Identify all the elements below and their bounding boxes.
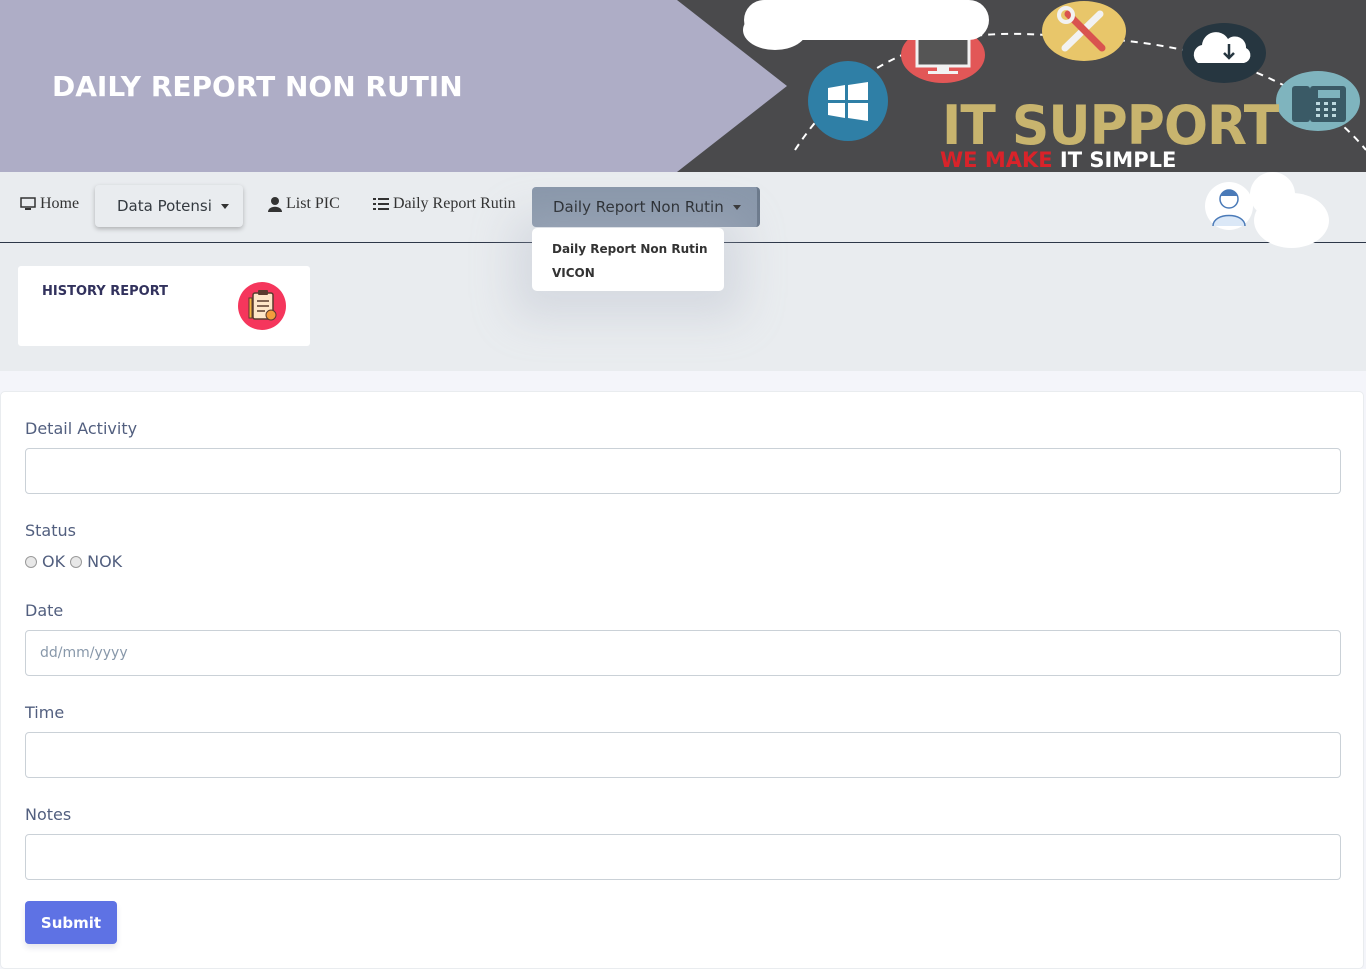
daily-report-non-rutin-label: Daily Report Non Rutin	[553, 198, 724, 216]
tagline-white: IT SIMPLE	[1059, 148, 1177, 172]
windows-icon	[808, 61, 888, 141]
avatar[interactable]	[1205, 182, 1253, 230]
daily-report-non-rutin-dropdown-button[interactable]: Daily Report Non Rutin	[532, 187, 760, 227]
nav-home-label: Home	[40, 195, 80, 212]
history-report-card[interactable]: HISTORY REPORT	[18, 266, 310, 346]
status-radio-group: OK NOK	[25, 552, 122, 571]
date-input[interactable]: dd/mm/yyyy	[25, 630, 1341, 676]
monitor-icon	[20, 197, 36, 210]
caret-down-icon	[732, 204, 741, 210]
date-label: Date	[25, 601, 64, 620]
status-ok-label: OK	[42, 552, 66, 571]
submit-button[interactable]: Submit	[25, 901, 117, 944]
tools-icon	[1042, 1, 1126, 61]
data-potensi-dropdown-button[interactable]: Data Potensi	[95, 185, 243, 227]
clipboard-icon	[238, 282, 286, 330]
card-title: HISTORY REPORT	[42, 284, 169, 299]
status-ok-radio[interactable]	[25, 555, 37, 568]
notes-input[interactable]	[25, 834, 1341, 880]
caret-down-icon	[220, 203, 229, 209]
nav-list-pic-label: List PIC	[286, 195, 340, 212]
status-nok-radio[interactable]	[70, 555, 83, 568]
nav-daily-report-rutin[interactable]: Daily Report Rutin	[373, 195, 516, 213]
data-potensi-label: Data Potensi	[117, 197, 212, 215]
logo-tagline: WE MAKE IT SIMPLE	[940, 148, 1176, 172]
dropdown-item-daily-report-non-rutin[interactable]: Daily Report Non Rutin	[552, 242, 708, 256]
status-label: Status	[25, 521, 76, 540]
detail-activity-label: Detail Activity	[25, 419, 138, 438]
non-rutin-dropdown-menu: Daily Report Non Rutin VICON	[532, 228, 724, 291]
status-nok-label: NOK	[87, 552, 123, 571]
nav-daily-report-rutin-label: Daily Report Rutin	[393, 195, 516, 212]
detail-activity-input[interactable]	[25, 448, 1341, 494]
tagline-red: WE MAKE	[940, 148, 1053, 172]
time-label: Time	[25, 703, 65, 722]
dropdown-item-vicon[interactable]: VICON	[552, 266, 595, 280]
user-avatar-icon	[1212, 189, 1246, 227]
redaction-mark	[1254, 193, 1329, 248]
nav-list-pic[interactable]: List PIC	[268, 195, 340, 213]
time-input[interactable]	[25, 732, 1341, 778]
nav-home[interactable]: Home	[20, 195, 79, 213]
notes-label: Notes	[25, 805, 72, 824]
header-banner: DAILY REPORT NON RUTIN IT SUPPORT WE MAK…	[0, 0, 1366, 172]
phone-icon	[1276, 71, 1360, 131]
user-icon	[268, 196, 282, 212]
list-icon	[373, 198, 389, 210]
cloud-download-icon	[1182, 23, 1266, 83]
